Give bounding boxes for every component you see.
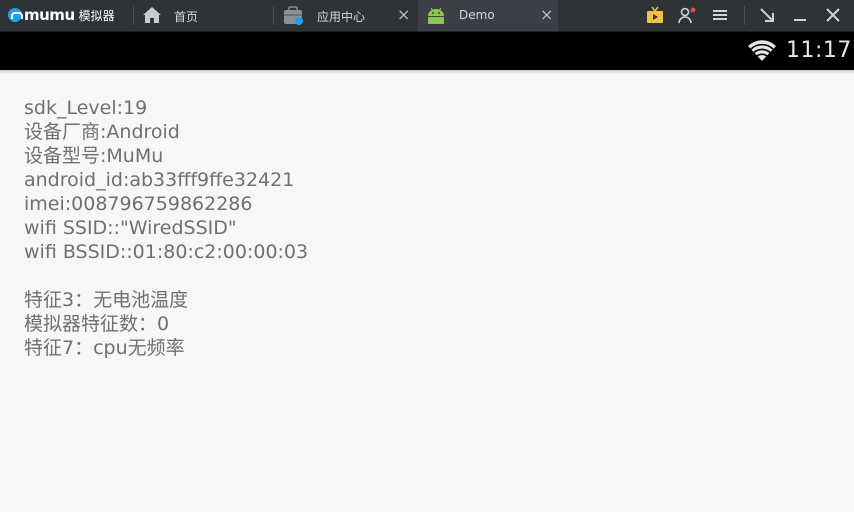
- model-text: 设备型号:MuMu: [24, 145, 164, 167]
- tab-app-center-label: 应用中心: [317, 10, 366, 24]
- mumu-logo-icon: [8, 8, 23, 22]
- android-icon: [428, 7, 444, 24]
- menu-icon[interactable]: [709, 4, 731, 26]
- emulator-titlebar: mumu 模拟器 首页 应用中心 × Demo ×: [0, 0, 854, 32]
- app-center-icon: [284, 6, 303, 25]
- emulator-feature-count-text: 模拟器特征数：0: [24, 313, 170, 335]
- tab-demo-label: Demo: [459, 8, 495, 22]
- logo-subtitle: 模拟器: [78, 8, 115, 23]
- mumu-logo: mumu 模拟器: [8, 6, 115, 24]
- android-statusbar: 11:17: [0, 32, 854, 70]
- divider: [133, 6, 134, 25]
- divider: [273, 6, 274, 25]
- tab-app-center[interactable]: 应用中心 ×: [275, 0, 417, 31]
- tab-demo[interactable]: Demo ×: [418, 0, 558, 31]
- tab-home-label: 首页: [174, 10, 199, 24]
- imei-text: imei:008796759862286: [24, 193, 253, 215]
- status-clock: 11:17: [786, 38, 852, 63]
- wifi-bssid-text: wifi BSSID::01:80:c2:00:00:03: [24, 241, 309, 263]
- user-settings-icon[interactable]: [676, 4, 698, 26]
- tv-icon[interactable]: [644, 4, 666, 26]
- feature-3-text: 特征3：无电池温度: [24, 289, 189, 311]
- statusbar-shadow: [0, 70, 854, 74]
- close-tab-icon[interactable]: ×: [397, 5, 410, 25]
- manufacturer-text: 设备厂商:Android: [24, 121, 180, 143]
- android-id-text: android_id:ab33fff9ffe32421: [24, 169, 295, 191]
- home-icon: [143, 7, 161, 23]
- feature-7-text: 特征7：cpu无频率: [24, 337, 185, 359]
- sdk-level-text: sdk_Level:19: [24, 97, 148, 119]
- device-info-panel: sdk_Level:19 设备厂商:Android 设备型号:MuMu andr…: [24, 96, 824, 360]
- wifi-ssid-text: wifi SSID::"WiredSSID": [24, 217, 237, 239]
- tab-home[interactable]: 首页: [135, 0, 273, 31]
- shrink-icon[interactable]: [756, 4, 778, 26]
- logo-text: mumu: [24, 6, 75, 24]
- divider: [744, 6, 745, 25]
- wifi-icon: [748, 40, 776, 61]
- close-icon[interactable]: [822, 4, 844, 26]
- minimize-icon[interactable]: [789, 4, 811, 26]
- close-tab-icon[interactable]: ×: [540, 5, 553, 25]
